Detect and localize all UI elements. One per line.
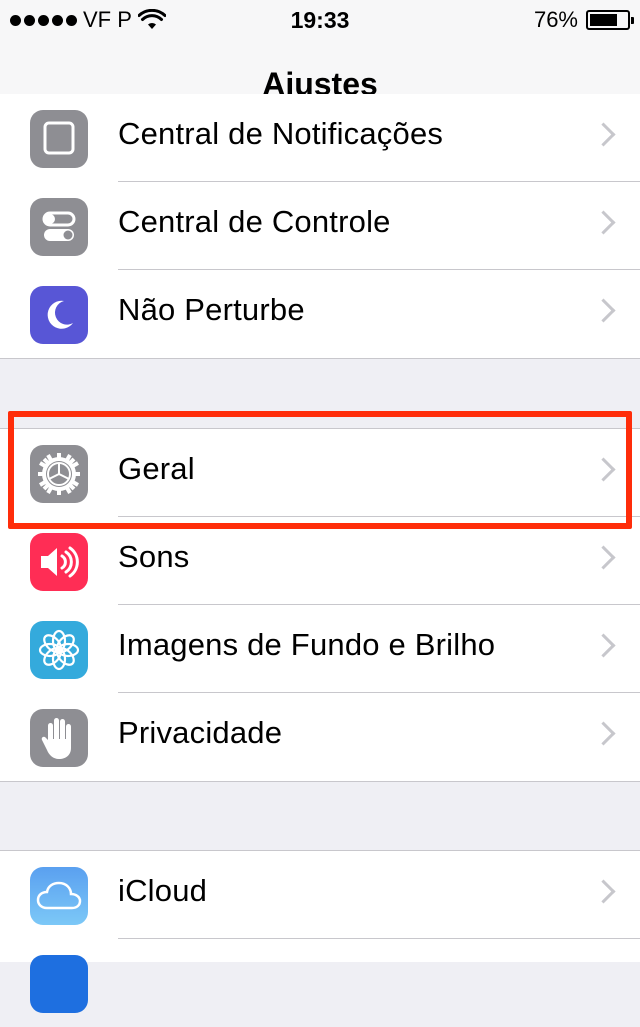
battery-area: 76%: [533, 7, 634, 33]
battery-percent: 76%: [533, 7, 578, 32]
row-label: Central de Notificações: [118, 116, 444, 151]
cloud-icon: [30, 867, 88, 925]
row-wallpapers-brightness[interactable]: Imagens de Fundo e Brilho: [0, 605, 640, 693]
settings-group-2: Geral Sons Imagens de Fundo e Brilho Pri…: [0, 428, 640, 782]
moon-icon: [30, 286, 88, 344]
gear-icon: [30, 445, 88, 503]
settings-group-3: iCloud: [0, 850, 640, 1013]
chevron-right-icon: [591, 721, 616, 746]
chevron-right-icon: [591, 298, 616, 323]
chevron-right-icon: [591, 210, 616, 235]
row-next-partial[interactable]: [0, 939, 640, 1027]
row-do-not-disturb[interactable]: Não Perturbe: [0, 270, 640, 358]
row-label: Geral: [118, 451, 195, 486]
notification-center-icon: [30, 110, 88, 168]
row-label: Não Perturbe: [118, 292, 305, 327]
chevron-right-icon: [591, 457, 616, 482]
row-notification-center[interactable]: Central de Notificações: [0, 94, 640, 182]
row-label: Imagens de Fundo e Brilho: [118, 627, 496, 662]
row-sounds[interactable]: Sons: [0, 517, 640, 605]
row-control-center[interactable]: Central de Controle: [0, 182, 640, 270]
speaker-icon: [30, 533, 88, 591]
chevron-right-icon: [591, 633, 616, 658]
chevron-right-icon: [591, 879, 616, 904]
app-icon: [30, 955, 88, 1013]
row-icloud[interactable]: iCloud: [0, 851, 640, 939]
row-label: iCloud: [118, 873, 208, 908]
control-center-icon: [30, 198, 88, 256]
row-label: Sons: [118, 539, 190, 574]
chevron-right-icon: [591, 545, 616, 570]
hand-icon: [30, 709, 88, 767]
status-bar: VF P 19:33 76%: [0, 0, 640, 40]
row-privacy[interactable]: Privacidade: [0, 693, 640, 781]
row-label: Privacidade: [118, 715, 283, 750]
settings-group-1: Central de Notificações Central de Contr…: [0, 94, 640, 359]
chevron-right-icon: [591, 122, 616, 147]
battery-icon: [586, 10, 634, 30]
row-label: Central de Controle: [118, 204, 391, 239]
row-general[interactable]: Geral: [0, 429, 640, 517]
flower-icon: [30, 621, 88, 679]
